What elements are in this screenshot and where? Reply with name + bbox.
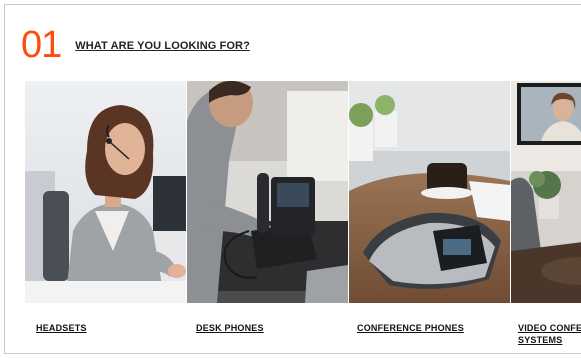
woman-wearing-headset-photo <box>25 81 186 303</box>
product-finder-panel: 01 WHAT ARE YOU LOOKING FOR? HEADSETS DE… <box>4 4 581 354</box>
card-headsets[interactable] <box>25 81 186 303</box>
desk-phones-link[interactable]: DESK PHONES <box>196 322 264 334</box>
section-header: 01 WHAT ARE YOU LOOKING FOR? <box>21 25 250 65</box>
step-number: 01 <box>21 24 62 66</box>
video-conference-room-photo <box>511 81 581 303</box>
category-cards <box>25 81 581 303</box>
section-title-link[interactable]: WHAT ARE YOU LOOKING FOR? <box>75 40 250 52</box>
conference-phones-link[interactable]: CONFERENCE PHONES <box>357 322 464 334</box>
conference-phone-on-table-photo <box>349 81 510 303</box>
card-conference-phones[interactable] <box>348 81 510 303</box>
card-desk-phones[interactable] <box>186 81 348 303</box>
headsets-link[interactable]: HEADSETS <box>36 322 87 334</box>
man-using-desk-phone-photo <box>187 81 348 303</box>
video-conference-link[interactable]: VIDEO CONFER SYSTEMS <box>518 322 581 346</box>
card-video-conference[interactable] <box>510 81 581 303</box>
